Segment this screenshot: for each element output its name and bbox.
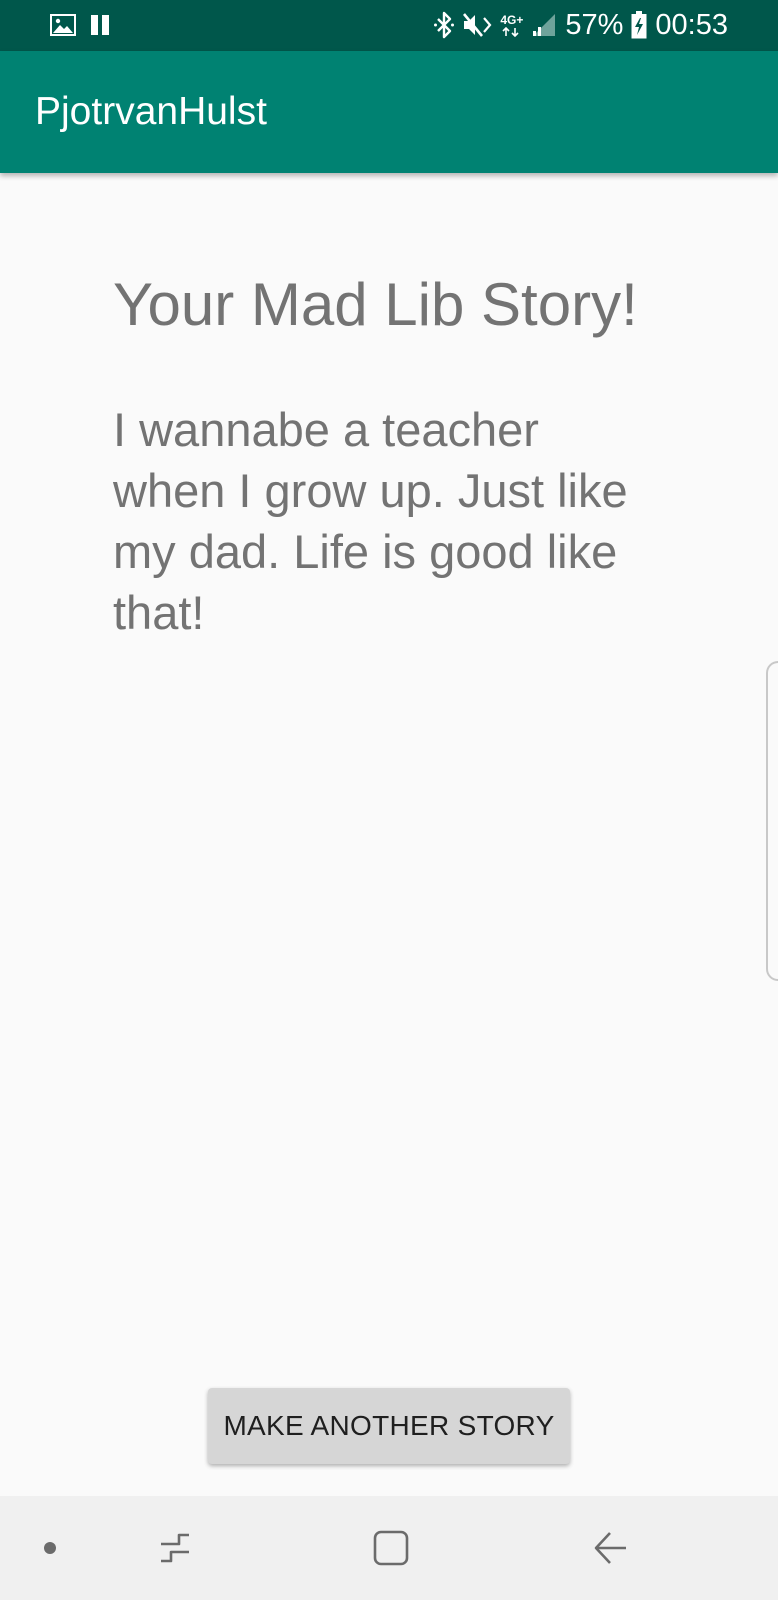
app-bar: PjotrvanHulst [0,51,778,173]
app-title: PjotrvanHulst [35,90,267,133]
battery-percent: 57% [565,9,624,41]
edge-panel-handle[interactable] [766,661,778,981]
recents-icon[interactable] [145,1518,205,1578]
status-time: 00:53 [655,9,728,41]
story-text: I wannabe a teacher when I grow up. Just… [113,403,628,639]
image-icon [50,14,76,36]
network-4g-icon: 4G+ [500,13,523,37]
pause-icon [90,14,110,36]
signal-icon [531,12,557,38]
status-left-icons [50,12,110,38]
battery-charging-icon [631,11,647,39]
back-icon[interactable] [580,1518,640,1578]
network-label: 4G+ [500,13,524,27]
story-screen: Your Mad Lib Story! I wannabe a teacher … [0,173,778,1496]
dot-icon[interactable] [30,1523,70,1573]
status-bar: 4G+ 57% 00:53 [0,0,778,51]
home-icon[interactable] [361,1518,421,1578]
make-another-story-button[interactable]: MAKE ANOTHER STORY [208,1388,570,1464]
status-right-icons: 4G+ 57% 00:53 [434,8,728,42]
mute-icon [462,12,492,38]
story-heading: Your Mad Lib Story! [113,271,638,338]
bluetooth-icon [434,11,455,39]
navigation-bar [0,1496,778,1600]
